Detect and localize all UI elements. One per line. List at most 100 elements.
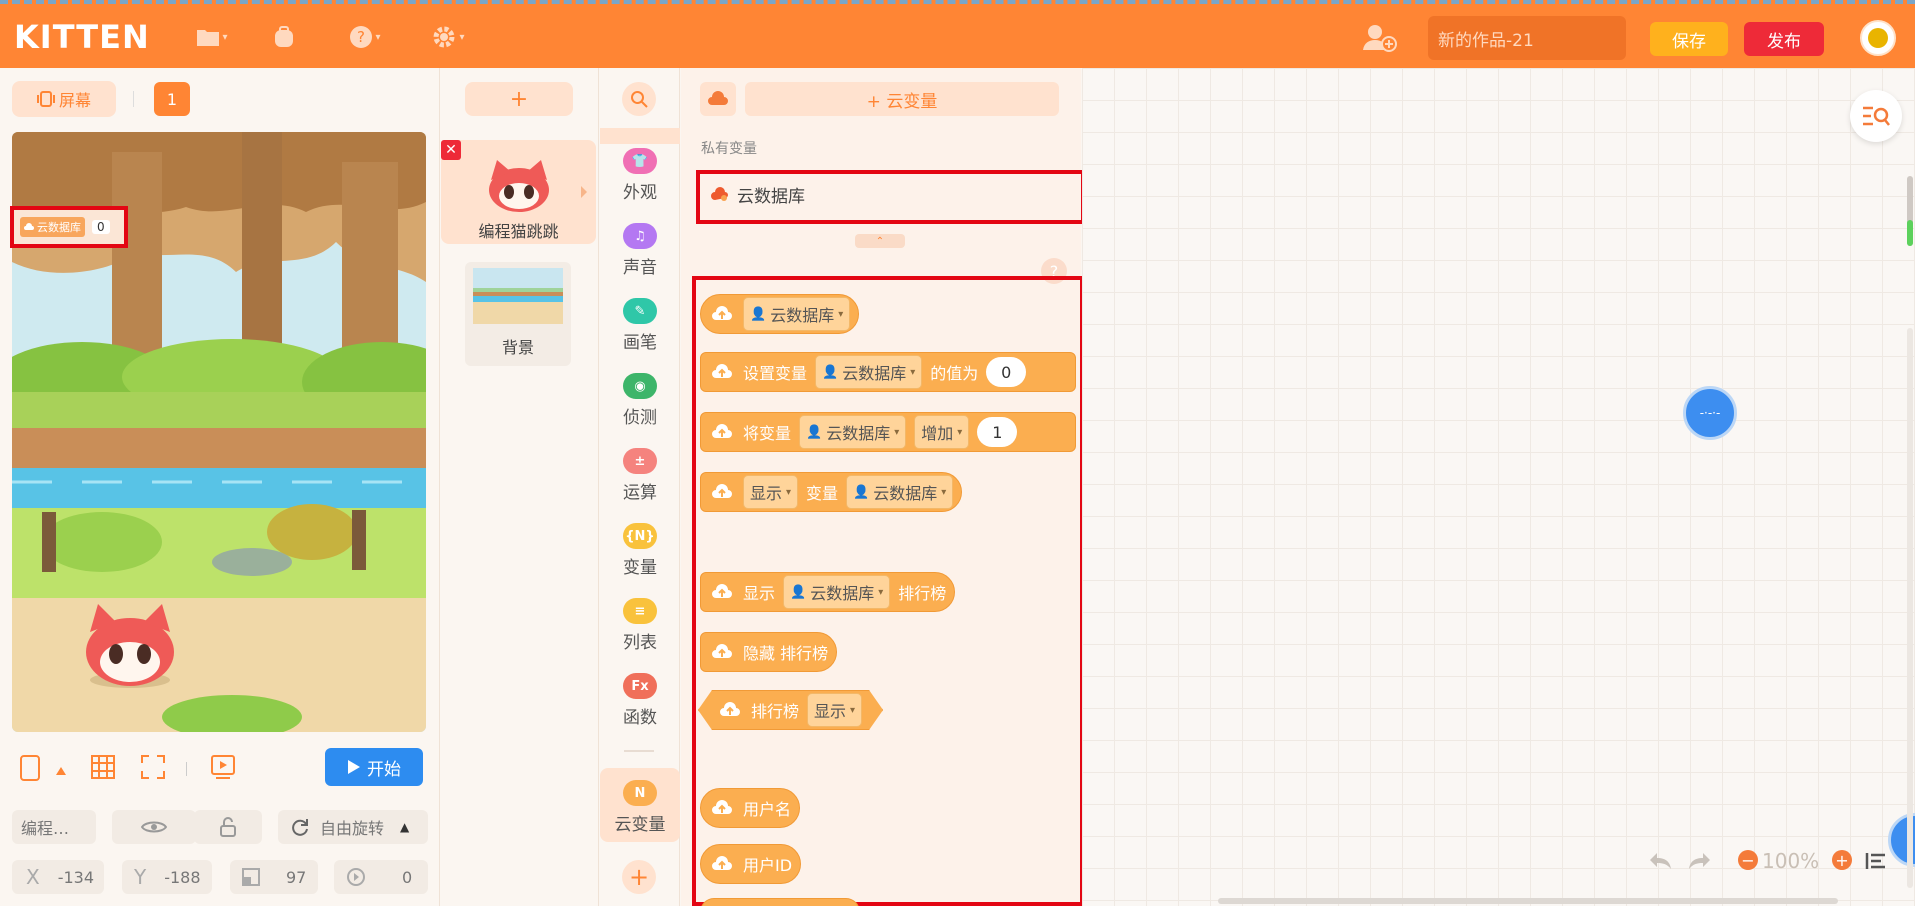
caret-up-icon[interactable] <box>56 760 68 775</box>
block-variable-reporter[interactable]: 👤 云数据库 ▾ <box>700 294 860 334</box>
project-title-input[interactable] <box>1428 16 1626 60</box>
direction-field[interactable]: 0 <box>334 860 428 894</box>
play-window-icon[interactable] <box>210 754 238 782</box>
operation-dropdown[interactable]: 增加 ▾ <box>914 415 970 449</box>
avatar[interactable] <box>1860 20 1896 56</box>
chevron-down-icon: ▾ <box>941 486 947 498</box>
sprite-name-field[interactable]: 编程… <box>12 810 96 844</box>
lock-toggle[interactable] <box>194 810 262 844</box>
cloud-user-icon <box>711 186 728 201</box>
block-change-variable[interactable]: 将变量 👤 云数据库 ▾ 增加 ▾ 1 <box>700 412 1076 452</box>
backpack-icon[interactable] <box>264 22 304 52</box>
category-lists[interactable]: ≡ 列表 <box>600 598 680 653</box>
folder-icon[interactable]: ▾ <box>192 22 232 52</box>
looks-icon: 👕 <box>623 148 657 174</box>
screen-button[interactable]: 屏幕 <box>12 81 116 117</box>
zoom-out-button[interactable]: − <box>1738 850 1758 870</box>
caret-up-icon: ▲ <box>400 820 410 834</box>
scroll-indicator <box>1907 220 1913 246</box>
sprite-panel: + ✕ 编程猫跳跳 背景 <box>441 68 599 906</box>
category-looks[interactable]: 👕 外观 <box>600 148 680 203</box>
rotation-mode-select[interactable]: 自由旋转 ▲ <box>278 810 428 844</box>
cloud-variable-icon: N <box>623 780 657 806</box>
unlock-icon <box>220 817 236 837</box>
new-cloud-variable-button[interactable]: + 云变量 <box>745 82 1059 116</box>
y-field[interactable]: Y -188 <box>122 860 212 894</box>
variable-dropdown[interactable]: 👤 云数据库 ▾ <box>815 355 923 389</box>
scroll-up-handle[interactable] <box>600 128 680 144</box>
play-icon <box>348 760 360 774</box>
block-show-variable[interactable]: 显示 ▾ 变量 👤 云数据库 ▾ <box>700 472 963 512</box>
category-operators[interactable]: ± 运算 <box>600 448 680 503</box>
category-cloud-variables[interactable]: N 云变量 <box>600 780 680 835</box>
size-value: 97 <box>286 867 307 887</box>
size-field[interactable]: 97 <box>230 860 318 894</box>
category-variables[interactable]: {N} 变量 <box>600 523 680 578</box>
cloud-settings-icon[interactable] <box>700 82 736 116</box>
cloud-icon <box>709 362 735 382</box>
visibility-toggle[interactable] <box>112 810 196 844</box>
sensing-icon: ◉ <box>623 373 657 399</box>
block-text: 隐藏 排行榜 <box>743 644 829 663</box>
settings-icon[interactable]: ▾ <box>428 22 468 52</box>
direction-value: 0 <box>402 867 413 887</box>
block-username[interactable]: 用户名 <box>700 788 801 828</box>
divider <box>624 750 654 752</box>
category-functions[interactable]: Fx 函数 <box>600 673 680 728</box>
save-button[interactable]: 保存 <box>1650 22 1728 56</box>
block-text: 变量 <box>806 484 839 503</box>
align-icon[interactable] <box>1865 846 1887 876</box>
variable-dropdown[interactable]: 👤 云数据库 ▾ <box>799 415 907 449</box>
workspace-search-icon[interactable] <box>1850 90 1902 142</box>
rotate-icon <box>292 819 308 836</box>
show-hide-dropdown[interactable]: 显示 ▾ <box>743 475 799 509</box>
grid-icon[interactable] <box>90 754 118 782</box>
block-partial[interactable] <box>700 898 860 906</box>
collapse-icon[interactable]: ⌃ <box>855 234 905 248</box>
floating-helper-icon[interactable]: -·-·- <box>1683 386 1737 440</box>
code-workspace[interactable]: -·-·- − 100% + <box>1082 68 1915 906</box>
block-user-id[interactable]: 用户ID <box>700 844 802 884</box>
x-field[interactable]: X -134 <box>12 860 104 894</box>
direction-icon <box>347 868 365 886</box>
x-value: -134 <box>57 867 95 887</box>
undo-icon[interactable] <box>1648 846 1674 876</box>
start-button[interactable]: 开始 <box>325 748 423 786</box>
variable-dropdown[interactable]: 👤 云数据库 ▾ <box>743 297 851 331</box>
fullscreen-icon[interactable] <box>140 754 168 782</box>
variable-dropdown[interactable]: 👤 云数据库 ▾ <box>846 475 954 509</box>
add-sprite-button[interactable]: + <box>465 82 573 116</box>
start-label: 开始 <box>367 759 401 780</box>
add-user-icon[interactable] <box>1362 22 1398 54</box>
zoom-in-button[interactable]: + <box>1832 850 1852 870</box>
category-pen[interactable]: ✎ 画笔 <box>600 298 680 353</box>
variable-dropdown[interactable]: 👤 云数据库 ▾ <box>783 575 891 609</box>
show-hide-dropdown[interactable]: 显示 ▾ <box>807 693 862 727</box>
block-show-leaderboard[interactable]: 显示 👤 云数据库 ▾ 排行榜 <box>700 572 956 612</box>
variable-monitor[interactable]: 云数据库 0 <box>10 206 128 248</box>
vertical-scroll-track[interactable] <box>1907 328 1913 888</box>
block-set-variable[interactable]: 设置变量 👤 云数据库 ▾ 的值为 0 <box>700 352 1076 392</box>
publish-button[interactable]: 发布 <box>1744 22 1824 56</box>
horizontal-scrollbar[interactable] <box>1218 898 1838 904</box>
add-extension-button[interactable]: + <box>622 860 656 894</box>
help-icon[interactable]: ? ▾ <box>345 22 385 52</box>
redo-icon[interactable] <box>1686 846 1712 876</box>
x-label: X <box>26 865 40 889</box>
delete-sprite-button[interactable]: ✕ <box>441 140 461 160</box>
block-text: 排行榜 <box>751 702 800 721</box>
value-input[interactable]: 1 <box>977 417 1018 447</box>
stage-panel: 屏幕 1 云数据库 0 开始 编程… 自由旋转 ▲ X -134 Y -188 … <box>0 68 440 906</box>
top-bar: KITTEN ▾ ?▾ ▾ 保存 发布 <box>0 0 1915 68</box>
category-sensing[interactable]: ◉ 侦测 <box>600 373 680 428</box>
block-leaderboard-condition[interactable]: 排行榜 显示 ▾ <box>698 690 883 730</box>
value-input[interactable]: 0 <box>986 357 1027 387</box>
search-icon[interactable] <box>622 82 656 116</box>
screen-tab-1[interactable]: 1 <box>154 82 190 116</box>
block-hide-leaderboard[interactable]: 隐藏 排行榜 <box>700 632 838 672</box>
sound-icon: ♫ <box>623 223 657 249</box>
device-icon[interactable] <box>18 754 46 782</box>
category-sound[interactable]: ♫ 声音 <box>600 223 680 278</box>
variable-list-item[interactable]: 云数据库 <box>711 182 805 207</box>
chevron-down-icon: ▾ <box>878 586 884 598</box>
